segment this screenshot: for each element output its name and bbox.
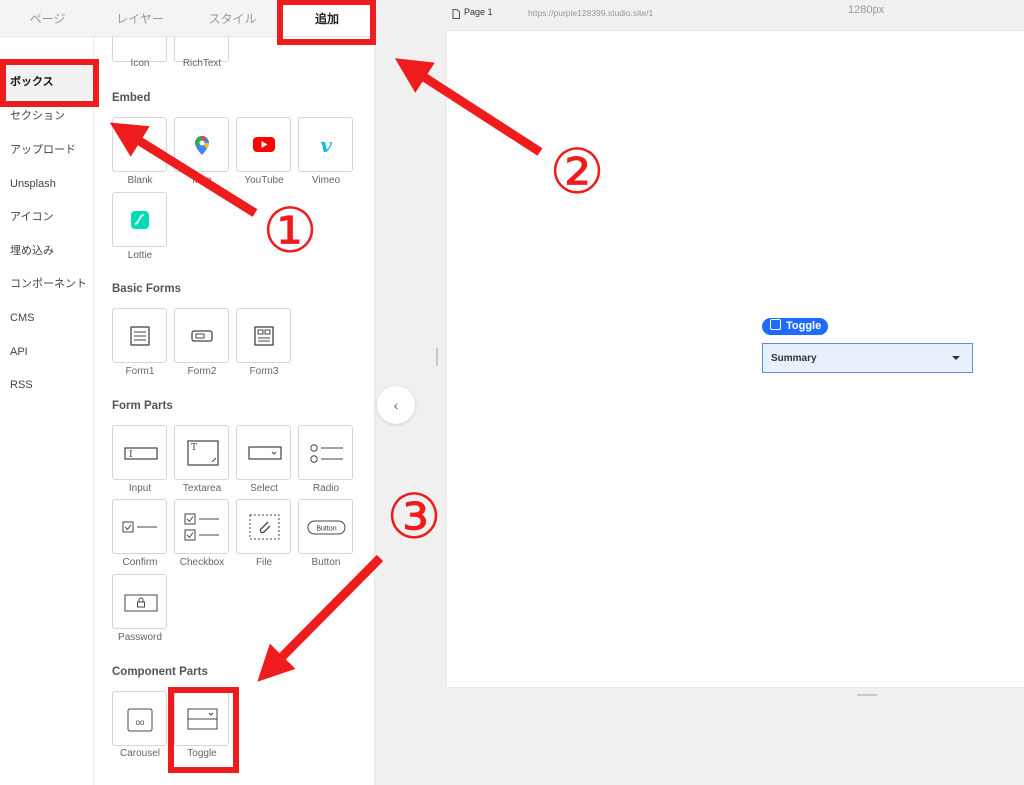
tile-blank[interactable]: [112, 117, 167, 172]
radio-icon: [310, 444, 343, 463]
textarea-glyph: T: [191, 443, 197, 453]
tile-label: Map: [192, 175, 212, 186]
tile-file[interactable]: [236, 499, 291, 554]
annotation-3: ③: [386, 480, 442, 553]
tile-label: Icon: [130, 58, 150, 69]
tile-lottie[interactable]: [112, 192, 167, 247]
input-icon: I: [124, 447, 158, 460]
tab-page[interactable]: ページ: [0, 0, 95, 36]
section-title-form-parts: Form Parts: [112, 400, 173, 412]
tile-label: Toggle: [187, 748, 217, 759]
checkbox-icon: [184, 513, 219, 541]
tile-select[interactable]: [236, 425, 291, 480]
chevron-left-icon: ‹: [393, 397, 399, 413]
tile-label: RichText: [182, 58, 222, 69]
nav-item-unsplash[interactable]: Unsplash: [0, 167, 93, 201]
tile-confirm[interactable]: [112, 499, 167, 554]
svg-text:v: v: [320, 133, 332, 157]
form3-icon: [254, 326, 274, 346]
resize-handle-bottom[interactable]: [857, 694, 877, 696]
select-icon: [248, 446, 282, 460]
page-label[interactable]: Page 1: [464, 7, 493, 17]
textarea-icon: T: [187, 440, 219, 466]
button-glyph: Button: [316, 526, 336, 533]
tab-add[interactable]: 追加: [280, 0, 374, 36]
nav-item-component[interactable]: コンポーネント: [0, 267, 93, 301]
element-palette: Icon RichText Embed v Blank Map YouTube …: [94, 37, 375, 785]
tile-youtube[interactable]: [236, 117, 291, 172]
tile-form1[interactable]: [112, 308, 167, 363]
tile-radio[interactable]: [298, 425, 353, 480]
nav-item-icon[interactable]: アイコン: [0, 200, 93, 234]
summary-text: Summary: [771, 353, 817, 364]
vimeo-icon: v: [320, 133, 332, 157]
toggle-square-icon: [770, 319, 781, 330]
form2-icon: [191, 330, 213, 342]
tile-label: Input: [128, 483, 152, 494]
tile-label: Radio: [312, 483, 340, 494]
tile-button[interactable]: Button: [298, 499, 353, 554]
input-cursor-glyph: I: [129, 450, 133, 460]
tile-label: Select: [250, 483, 278, 494]
nav-item-api[interactable]: API: [0, 335, 93, 369]
nav-item-cms[interactable]: CMS: [0, 301, 93, 335]
tile-map[interactable]: [174, 117, 229, 172]
tile-checkbox[interactable]: [174, 499, 229, 554]
button-icon: Button: [307, 520, 346, 535]
toggle-icon: [187, 708, 218, 730]
tile-label: Form1: [125, 366, 155, 377]
toggle-summary[interactable]: Summary: [762, 343, 973, 373]
badge-label: Toggle: [786, 320, 822, 332]
form1-icon: [130, 326, 150, 346]
nav-item-section[interactable]: セクション: [0, 99, 93, 133]
carousel-icon: oo: [127, 708, 153, 732]
tile-label: Form3: [249, 366, 279, 377]
tab-layer[interactable]: レイヤー: [95, 0, 185, 36]
tile-textarea[interactable]: T: [174, 425, 229, 480]
tile-form3[interactable]: [236, 308, 291, 363]
section-title-basic-forms: Basic Forms: [112, 283, 182, 295]
tile-form2[interactable]: [174, 308, 229, 363]
page-url: https://purple128399.studio.site/1: [528, 8, 654, 18]
nav-item-embed[interactable]: 埋め込み: [0, 234, 93, 268]
tile-label: Carousel: [119, 748, 161, 759]
tile-label: Button: [311, 557, 341, 568]
tile-label: Password: [118, 632, 162, 643]
tile-label: Lottie: [127, 250, 153, 261]
section-title-component-parts: Component Parts: [112, 666, 208, 678]
map-pin-icon: [195, 136, 209, 155]
tile-input[interactable]: I: [112, 425, 167, 480]
tile-password[interactable]: [112, 574, 167, 629]
tile-label: Confirm: [122, 557, 158, 568]
page-icon: [452, 9, 460, 19]
collapse-panel-button[interactable]: ‹: [377, 386, 415, 424]
confirm-icon: [122, 521, 157, 533]
nav-item-rss[interactable]: RSS: [0, 368, 93, 402]
resize-handle-left[interactable]: [436, 348, 438, 366]
lottie-icon: [131, 211, 149, 229]
add-category-nav: ボックス セクション アップロード Unsplash アイコン 埋め込み コンポ…: [0, 37, 94, 785]
paperclip-icon: [249, 514, 280, 540]
carousel-glyph: oo: [136, 718, 145, 727]
tile-label: Form2: [187, 366, 217, 377]
tile-label: File: [255, 557, 273, 568]
tile-label: Blank: [127, 175, 153, 186]
section-title-embed: Embed: [112, 92, 151, 104]
youtube-icon: [253, 137, 275, 152]
tile-label: Checkbox: [179, 557, 225, 568]
tile-toggle[interactable]: [174, 691, 229, 746]
caret-down-icon: [952, 356, 960, 360]
tile-label: YouTube: [244, 175, 284, 186]
tile-vimeo[interactable]: v: [298, 117, 353, 172]
tile-label: Textarea: [182, 483, 222, 494]
nav-item-box[interactable]: ボックス: [0, 65, 93, 99]
lock-icon: [124, 594, 158, 612]
canvas-width-label: 1280px: [848, 4, 885, 16]
panel-tabs: ページ レイヤー スタイル 追加: [0, 0, 374, 37]
selected-element-badge[interactable]: Toggle: [762, 318, 829, 335]
tab-style[interactable]: スタイル: [185, 0, 280, 36]
tile-label: Vimeo: [311, 175, 341, 186]
nav-item-upload[interactable]: アップロード: [0, 133, 93, 167]
tile-carousel[interactable]: oo: [112, 691, 167, 746]
